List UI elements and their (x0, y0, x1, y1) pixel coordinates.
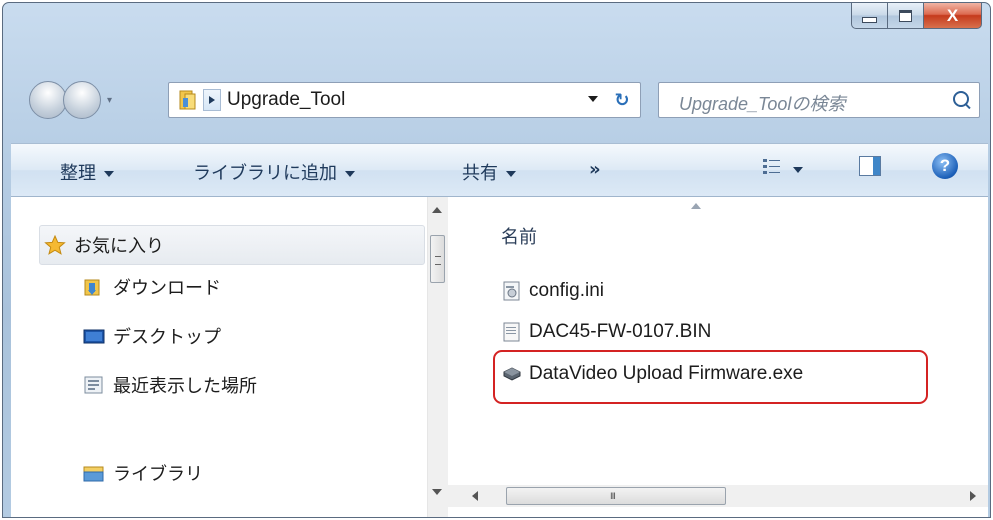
command-bar: 整理 ライブラリに追加 共有 » ? (11, 143, 988, 197)
search-icon[interactable] (953, 91, 969, 107)
refresh-icon[interactable]: ↻ (610, 89, 634, 113)
scroll-up-icon[interactable] (432, 207, 442, 213)
nav-item-recent-places[interactable]: 最近表示した場所 (83, 372, 257, 398)
more-label: » (589, 159, 601, 180)
scroll-left-icon[interactable] (472, 491, 478, 501)
more-commands-button[interactable]: » (589, 159, 601, 180)
caret-down-icon (104, 171, 114, 177)
chevron-right-icon (209, 96, 215, 104)
breadcrumb-separator-button[interactable] (203, 89, 221, 111)
nav-item-desktop[interactable]: デスクトップ (83, 323, 221, 349)
downloads-folder-icon (84, 279, 100, 296)
close-icon: X (946, 5, 959, 25)
nav-item-label: ダウンロード (113, 278, 221, 299)
back-button[interactable] (29, 81, 67, 119)
caret-down-icon (345, 171, 355, 177)
view-dropdown-button[interactable] (793, 159, 803, 180)
maximize-icon (899, 9, 912, 22)
file-item-config-ini[interactable]: config.ini (503, 280, 604, 302)
nav-item-label: ライブラリ (113, 464, 203, 485)
recent-pages-dropdown[interactable]: ▾ (107, 95, 117, 106)
file-name: config.ini (529, 280, 604, 301)
close-button[interactable]: X (924, 3, 982, 29)
file-list-pane: 名前 config.ini DAC45-FW-0107.BIN DataVide… (448, 197, 988, 517)
breadcrumb-upgrade-tool[interactable]: Upgrade_Tool (227, 89, 345, 111)
grip-icon (435, 256, 441, 265)
bin-file-icon (503, 322, 520, 342)
search-placeholder: Upgrade_Toolの検索 (679, 94, 846, 114)
scrollbar-thumb[interactable] (430, 235, 445, 283)
navigation-pane: お気に入り ダウンロード デスクトップ 最近表示した場所 ライブラリ (11, 197, 427, 517)
forward-button[interactable] (63, 81, 101, 119)
desktop-icon (83, 329, 105, 344)
caret-down-icon (793, 167, 803, 173)
library-icon (83, 466, 104, 482)
view-options-icon[interactable] (762, 157, 782, 177)
search-input[interactable]: Upgrade_Toolの検索 (658, 82, 980, 118)
column-header-name[interactable]: 名前 (501, 223, 537, 249)
organize-menu[interactable]: 整理 (60, 159, 114, 185)
nav-item-label: デスクトップ (113, 327, 221, 348)
navigation-buttons: ▾ (29, 81, 117, 119)
file-name: DAC45-FW-0107.BIN (529, 321, 712, 342)
add-to-library-label: ライブラリに追加 (193, 163, 337, 184)
content-area: お気に入り ダウンロード デスクトップ 最近表示した場所 ライブラリ 名前 co… (11, 197, 988, 517)
sort-ascending-icon (691, 203, 701, 209)
scroll-right-icon[interactable] (970, 491, 976, 501)
maximize-button[interactable] (888, 3, 924, 29)
grip-icon: III (610, 492, 616, 502)
share-label: 共有 (462, 163, 498, 184)
minimize-icon (862, 16, 877, 23)
caption-buttons: X (851, 3, 982, 33)
nav-item-downloads[interactable]: ダウンロード (83, 274, 221, 300)
nav-item-label: お気に入り (74, 236, 164, 257)
caret-down-icon (506, 171, 516, 177)
file-item-dac45-bin[interactable]: DAC45-FW-0107.BIN (503, 321, 711, 343)
recent-places-icon (84, 376, 103, 394)
add-to-library-menu[interactable]: ライブラリに追加 (193, 159, 355, 185)
organize-label: 整理 (60, 163, 96, 184)
preview-pane-icon[interactable] (859, 156, 881, 176)
nav-item-favorites[interactable]: お気に入り (39, 225, 425, 265)
scrollbar-thumb[interactable]: III (506, 487, 726, 505)
minimize-button[interactable] (851, 3, 888, 29)
navigation-scrollbar[interactable] (427, 197, 448, 517)
address-bar[interactable]: Upgrade_Tool ↻ (168, 82, 641, 118)
ini-file-icon (503, 281, 520, 301)
share-menu[interactable]: 共有 (462, 159, 516, 185)
folder-icon (179, 90, 196, 110)
highlight-annotation (493, 350, 928, 404)
explorer-window: X ▾ Upgrade_Tool ↻ Upgrade_Toolの検索 整理 ライ… (2, 2, 991, 518)
help-icon[interactable]: ? (932, 153, 958, 179)
file-list-horizontal-scrollbar[interactable]: III (448, 485, 988, 507)
scroll-down-icon[interactable] (432, 489, 442, 495)
address-dropdown-button[interactable] (588, 96, 598, 102)
nav-item-label: 最近表示した場所 (113, 376, 257, 397)
nav-item-libraries[interactable]: ライブラリ (83, 460, 203, 486)
star-icon (44, 235, 66, 255)
